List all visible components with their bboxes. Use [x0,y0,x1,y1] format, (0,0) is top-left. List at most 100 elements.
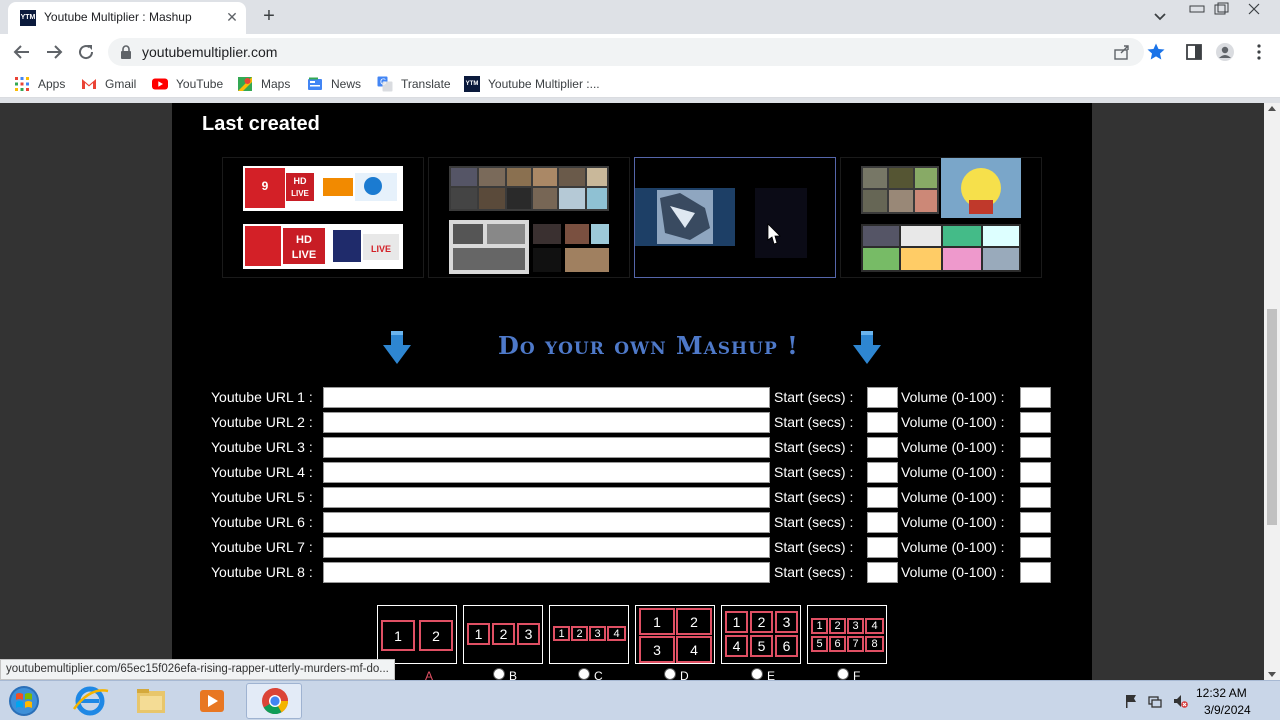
tab-close-icon[interactable]: ✕ [224,9,240,25]
bookmark-star-icon[interactable] [1146,42,1166,62]
scroll-down-arrow-icon[interactable] [1268,672,1276,677]
internet-explorer-icon[interactable] [62,683,118,719]
window-close-icon[interactable] [1240,0,1270,18]
volume-label: Volume (0-100) : [901,514,1005,530]
start-secs-input-1[interactable] [867,387,898,408]
layout-radio-label-f: F [853,669,861,680]
youtube-url-input-1[interactable] [323,387,770,408]
tab-search-chevron-icon[interactable] [1150,8,1170,26]
start-label: Start (secs) : [774,539,854,555]
layout-cell: 1 [467,623,490,645]
scroll-thumb[interactable] [1267,309,1277,525]
youtube-url-input-6[interactable] [323,512,770,533]
page-content: Last created 9 HD LIVE HD LIVE LIVE Do y… [172,103,1092,680]
scroll-up-arrow-icon[interactable] [1268,106,1276,111]
mashup-thumbnail[interactable]: 9 HD LIVE HD LIVE LIVE [222,157,424,278]
lock-icon[interactable] [120,45,132,59]
volume-label: Volume (0-100) : [901,489,1005,505]
forward-arrow-icon[interactable] [42,40,66,64]
bookmark-label: Gmail [105,77,137,91]
browser-toolbar: youtubemultiplier.com [0,34,1280,70]
layout-radio-d[interactable] [664,668,676,680]
url-row-4: Youtube URL 4 : Start (secs) : Volume (0… [172,462,1092,484]
youtube-url-input-5[interactable] [323,487,770,508]
bookmark-youtube[interactable]: YouTube [152,76,223,92]
bookmark-gmail[interactable]: Gmail [81,76,136,92]
browser-tab[interactable]: YTM Youtube Multiplier : Mashup ✕ [8,2,246,34]
chrome-taskbar-icon[interactable] [246,683,302,719]
windows-start-icon[interactable] [6,684,42,718]
layout-cell: 2 [750,611,773,633]
layout-cell: 3 [639,636,675,663]
new-tab-plus-icon[interactable]: + [258,6,280,28]
layout-radio-label-d: D [680,669,689,680]
layout-option-e[interactable]: 1 2 3 4 5 6 [721,605,801,664]
mashup-heading: Do your own Mashup ! [498,331,799,360]
url-label: Youtube URL 2 : [211,414,313,430]
layout-radio-f[interactable] [837,668,849,680]
mashup-thumbnail[interactable] [634,157,836,278]
youtube-url-input-4[interactable] [323,462,770,483]
start-secs-input-7[interactable] [867,537,898,558]
back-arrow-icon[interactable] [10,40,34,64]
layout-radio-c[interactable] [578,668,590,680]
volume-muted-tray-icon[interactable] [1172,693,1188,709]
layout-option-b[interactable]: 1 2 3 [463,605,543,664]
share-icon[interactable] [1113,43,1131,61]
menu-kebab-icon[interactable] [1249,42,1269,62]
layout-radio-label-a: A [425,669,434,680]
layout-option-c[interactable]: 1 2 3 4 [549,605,629,664]
address-bar[interactable]: youtubemultiplier.com [108,38,1144,66]
layout-radio-b[interactable] [493,668,505,680]
mashup-thumbnail[interactable] [840,157,1042,278]
volume-label: Volume (0-100) : [901,464,1005,480]
url-row-7: Youtube URL 7 : Start (secs) : Volume (0… [172,537,1092,559]
youtube-url-input-8[interactable] [323,562,770,583]
network-tray-icon[interactable] [1147,693,1163,709]
youtube-url-input-2[interactable] [323,412,770,433]
layout-option-a[interactable]: 1 2 [377,605,457,664]
clock-date[interactable]: 3/9/2024 [1204,703,1251,717]
profile-avatar-icon[interactable] [1215,42,1235,62]
youtube-url-input-3[interactable] [323,437,770,458]
volume-input-3[interactable] [1020,437,1051,458]
volume-input-7[interactable] [1020,537,1051,558]
layout-option-d[interactable]: 1 2 3 4 [635,605,715,664]
volume-input-8[interactable] [1020,562,1051,583]
volume-input-2[interactable] [1020,412,1051,433]
gmail-icon [81,76,97,92]
restore-icon[interactable] [1207,0,1237,18]
thumb-text: 9 [262,179,269,193]
volume-input-4[interactable] [1020,462,1051,483]
volume-input-1[interactable] [1020,387,1051,408]
flag-tray-icon[interactable] [1123,693,1139,709]
volume-input-6[interactable] [1020,512,1051,533]
address-url[interactable]: youtubemultiplier.com [142,44,277,60]
start-label: Start (secs) : [774,464,854,480]
volume-label: Volume (0-100) : [901,414,1005,430]
reload-icon[interactable] [74,40,98,64]
side-panel-icon[interactable] [1184,42,1204,62]
start-secs-input-5[interactable] [867,487,898,508]
bookmark-translate[interactable]: G Translate [377,76,451,92]
bookmark-apps[interactable]: Apps [14,76,65,92]
start-secs-input-6[interactable] [867,512,898,533]
bookmark-news[interactable]: News [307,76,361,92]
mashup-thumbnail[interactable] [428,157,630,278]
start-secs-input-2[interactable] [867,412,898,433]
start-secs-input-3[interactable] [867,437,898,458]
layout-cell: 4 [725,635,748,657]
page-scrollbar[interactable] [1264,103,1280,680]
file-explorer-icon[interactable] [123,683,179,719]
start-secs-input-4[interactable] [867,462,898,483]
bookmark-youtube-multiplier[interactable]: YTM Youtube Multiplier :... [464,76,600,92]
layout-cell: 2 [492,623,515,645]
media-player-icon[interactable] [184,683,240,719]
volume-input-5[interactable] [1020,487,1051,508]
bookmark-maps[interactable]: Maps [237,76,290,92]
layout-radio-e[interactable] [751,668,763,680]
start-secs-input-8[interactable] [867,562,898,583]
youtube-url-input-7[interactable] [323,537,770,558]
clock-time[interactable]: 12:32 AM [1196,686,1247,700]
layout-option-f[interactable]: 1 2 3 4 5 6 7 8 [807,605,887,664]
